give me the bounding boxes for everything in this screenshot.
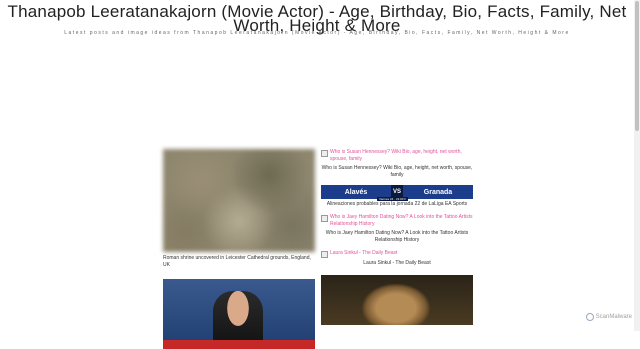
page-title: Thanapob Leeratanakajorn (Movie Actor) -…: [7, 2, 627, 35]
match-banner[interactable]: Alavés VS Granada Viernes 24 · 21:00 h: [321, 185, 473, 201]
post-caption: Roman shrine uncovered in Leicester Cath…: [163, 255, 311, 268]
post-link[interactable]: Laura Sinkul - The Daily Beast: [321, 250, 473, 258]
broken-image-icon: [321, 251, 328, 258]
list-item[interactable]: Laura Sinkul - The Daily Beast Laura Sin…: [321, 250, 473, 325]
news-ticker: [163, 340, 315, 349]
list-item[interactable]: Who is Jaey Hamilton Dating Now? A Look …: [321, 214, 473, 244]
post-caption: Alineaciones probables para la jornada 2…: [326, 201, 468, 207]
list-item[interactable]: Who is Susan Hennessey? Wiki Bio, age, h…: [321, 149, 473, 179]
scrollbar-thumb[interactable]: [635, 1, 639, 131]
broken-image-icon: [321, 150, 328, 157]
post-thumbnail[interactable]: [163, 279, 315, 349]
post-link-text: Laura Sinkul - The Daily Beast: [330, 250, 398, 256]
right-column: Who is Susan Hennessey? Wiki Bio, age, h…: [321, 149, 473, 331]
post-thumbnail[interactable]: [321, 275, 473, 325]
scrollbar[interactable]: [634, 0, 640, 331]
post-link-text: Who is Susan Hennessey? Wiki Bio, age, h…: [330, 149, 462, 162]
post-card[interactable]: Roman shrine uncovered in Leicester Cath…: [163, 149, 315, 269]
post-card[interactable]: [163, 279, 315, 349]
post-link[interactable]: Who is Susan Hennessey? Wiki Bio, age, h…: [321, 149, 473, 163]
left-column: Roman shrine uncovered in Leicester Cath…: [163, 149, 315, 349]
post-caption: Who is Susan Hennessey? Wiki Bio, age, h…: [321, 165, 473, 178]
post-caption: Who is Jaey Hamilton Dating Now? A Look …: [325, 230, 469, 243]
broken-image-icon: [321, 215, 328, 222]
watermark: ScanMalware: [585, 313, 632, 321]
post-caption: Laura Sinkul - The Daily Beast: [363, 260, 431, 266]
post-thumbnail[interactable]: [163, 149, 315, 252]
list-item[interactable]: Alavés VS Granada Viernes 24 · 21:00 h A…: [321, 185, 473, 208]
away-team-name: Granada: [423, 188, 453, 196]
post-link-text: Who is Jaey Hamilton Dating Now? A Look …: [330, 214, 473, 227]
page-tagline: Latest posts and image ideas from Thanap…: [64, 30, 570, 36]
match-date: Viernes 24 · 21:00 h: [377, 197, 408, 201]
watermark-text: ScanMalware: [595, 314, 632, 320]
post-link[interactable]: Who is Jaey Hamilton Dating Now? A Look …: [321, 214, 473, 228]
shield-icon: [585, 313, 594, 321]
away-team: Granada: [403, 185, 473, 199]
lion-image: [361, 283, 431, 325]
